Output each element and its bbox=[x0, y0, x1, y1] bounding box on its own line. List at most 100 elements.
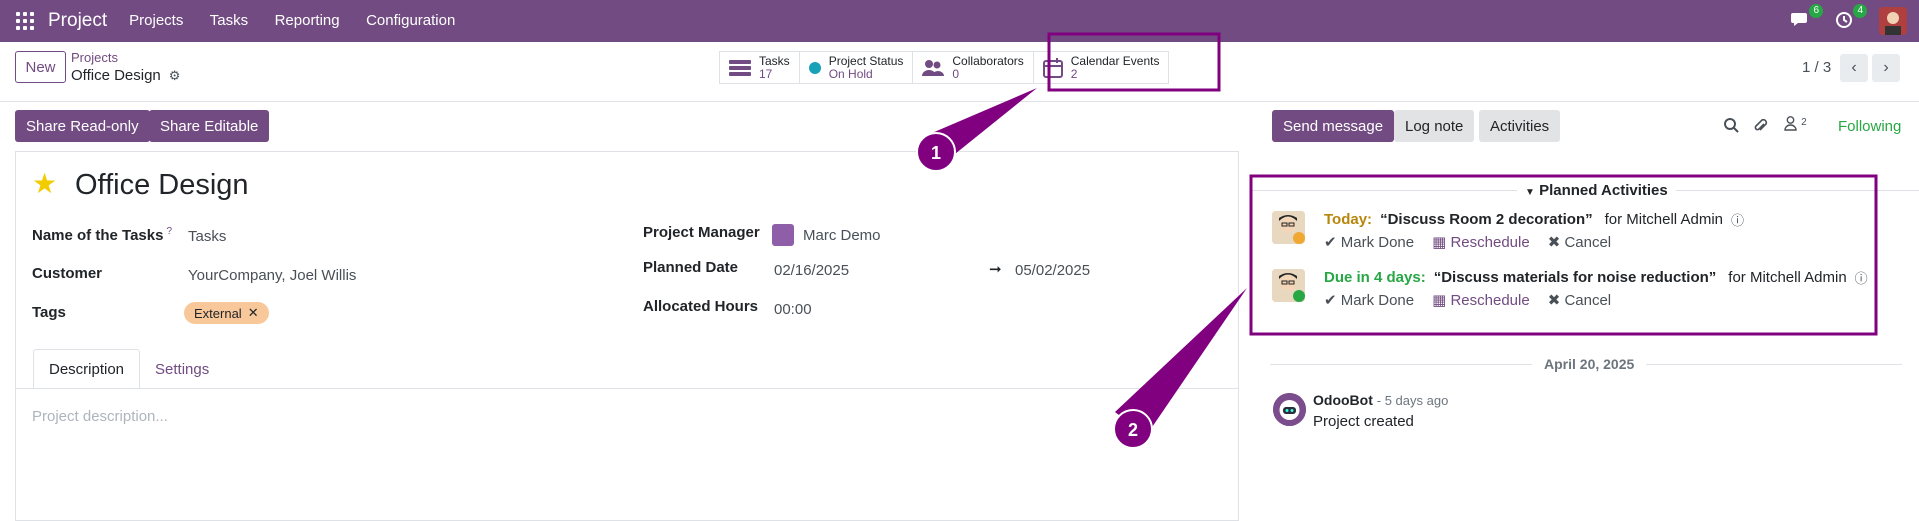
pager-value[interactable]: 1 / 3 bbox=[1802, 59, 1831, 76]
cancel-button[interactable]: ✖ Cancel bbox=[1548, 233, 1611, 251]
systray: 6 4 bbox=[1791, 0, 1919, 42]
arrow-right-icon: ➞ bbox=[989, 261, 1002, 278]
smart-collaborators-value: 0 bbox=[952, 66, 960, 81]
cancel-button[interactable]: ✖ Cancel bbox=[1548, 291, 1611, 309]
project-manager-field[interactable]: Marc Demo bbox=[803, 227, 881, 244]
planned-activities-toggle[interactable]: ▼ Planned Activities bbox=[1517, 182, 1676, 199]
smart-calendar-label: Calendar Events bbox=[1070, 53, 1160, 68]
odoobot-avatar bbox=[1273, 393, 1306, 426]
tag-external-label: External bbox=[194, 305, 242, 321]
activity-assignee: for Mitchell Admin bbox=[1728, 269, 1847, 286]
message-body: Project created bbox=[1313, 413, 1414, 430]
control-panel: New Projects Office Design ⚙ Tasks 17 Pro… bbox=[0, 42, 1919, 102]
followers-button[interactable]: 2 bbox=[1784, 116, 1807, 135]
customer-field[interactable]: YourCompany, Joel Willis bbox=[188, 267, 356, 284]
user-avatar[interactable] bbox=[1879, 7, 1907, 35]
tags-label: Tags bbox=[32, 304, 66, 321]
activities-button[interactable]: Activities bbox=[1479, 110, 1561, 142]
tab-description[interactable]: Description bbox=[33, 349, 141, 389]
activity-assignee: for Mitchell Admin bbox=[1604, 211, 1723, 228]
app-brand[interactable]: Project bbox=[48, 10, 107, 32]
activities-badge: 4 bbox=[1853, 4, 1867, 18]
smart-button-collaborators[interactable]: Collaborators 0 bbox=[913, 52, 1034, 83]
info-icon[interactable]: ⓘ bbox=[1855, 268, 1868, 287]
apps-menu-icon[interactable] bbox=[16, 12, 34, 30]
planned-date-end[interactable]: 05/02/2025 bbox=[1015, 262, 1090, 279]
smart-button-project-status[interactable]: Project Status On Hold bbox=[800, 52, 914, 83]
allocated-hours-field[interactable]: 00:00 bbox=[774, 301, 812, 318]
tabs-divider bbox=[16, 388, 1238, 389]
menu-reporting[interactable]: Reporting bbox=[275, 12, 340, 29]
status-dot-icon bbox=[808, 61, 821, 74]
followers-count: 2 bbox=[1801, 117, 1807, 128]
calendar-icon bbox=[1042, 57, 1063, 78]
close-icon: ✖ bbox=[1547, 234, 1561, 251]
project-title[interactable]: Office Design bbox=[75, 169, 249, 202]
menu-configuration[interactable]: Configuration bbox=[366, 12, 455, 29]
mark-done-button[interactable]: ✔ Mark Done bbox=[1324, 291, 1414, 309]
activity-avatar bbox=[1272, 269, 1305, 302]
paperclip-icon[interactable] bbox=[1753, 118, 1768, 138]
message-author[interactable]: OdooBot bbox=[1313, 392, 1373, 408]
gear-icon[interactable]: ⚙ bbox=[169, 68, 181, 84]
new-button[interactable]: New bbox=[15, 51, 66, 83]
messages-icon[interactable]: 6 bbox=[1791, 4, 1823, 31]
name-of-tasks-field[interactable]: Tasks bbox=[188, 228, 226, 245]
menu-projects[interactable]: Projects bbox=[129, 12, 183, 29]
date-separator: April 20, 2025 bbox=[1532, 356, 1647, 372]
favorite-star-icon[interactable]: ★ bbox=[32, 170, 57, 198]
smart-button-calendar-events[interactable]: Calendar Events 2 bbox=[1034, 52, 1169, 83]
following-button[interactable]: Following bbox=[1838, 118, 1901, 135]
notebook-tabs: Description Settings bbox=[33, 349, 224, 389]
users-icon bbox=[922, 59, 945, 76]
smart-buttons: Tasks 17 Project Status On Hold Collaborat… bbox=[719, 51, 1170, 84]
tag-remove-icon[interactable]: ✕ bbox=[248, 305, 259, 321]
description-editor[interactable]: Project description... bbox=[32, 408, 168, 425]
planned-date-label: Planned Date bbox=[643, 259, 739, 276]
project-manager-avatar bbox=[772, 224, 794, 246]
smart-status-value: On Hold bbox=[828, 66, 873, 81]
check-icon: ✔ bbox=[1324, 234, 1337, 251]
message-time: - 5 days ago bbox=[1376, 393, 1449, 408]
tag-external[interactable]: External ✕ bbox=[184, 302, 269, 324]
name-of-tasks-label-text: Name of the Tasks bbox=[32, 227, 164, 244]
mark-done-button[interactable]: ✔ Mark Done bbox=[1324, 233, 1414, 251]
tab-settings[interactable]: Settings bbox=[140, 349, 224, 389]
planned-date-start[interactable]: 02/16/2025 bbox=[774, 262, 849, 279]
search-icon[interactable] bbox=[1724, 118, 1739, 137]
help-tooltip-icon[interactable]: ? bbox=[166, 226, 172, 237]
cancel-label: Cancel bbox=[1564, 292, 1612, 309]
smart-button-tasks[interactable]: Tasks 17 bbox=[720, 52, 800, 83]
message-header: OdooBot - 5 days ago bbox=[1313, 392, 1448, 408]
activity-header: Today: “Discuss Room 2 decoration” for M… bbox=[1324, 210, 1744, 229]
smart-status-label: Project Status bbox=[828, 53, 904, 68]
pager-previous-button[interactable]: ‹ bbox=[1840, 54, 1868, 82]
reschedule-button[interactable]: ▦ Reschedule bbox=[1432, 291, 1530, 309]
messages-badge: 6 bbox=[1809, 4, 1823, 18]
info-icon[interactable]: ⓘ bbox=[1731, 210, 1744, 229]
breadcrumb-projects[interactable]: Projects bbox=[71, 50, 118, 65]
activity-due-label: Today: bbox=[1324, 211, 1373, 228]
smart-collaborators-label: Collaborators bbox=[952, 53, 1024, 68]
follower-user-icon bbox=[1784, 116, 1801, 135]
activity-due-label: Due in 4 days: bbox=[1324, 269, 1426, 286]
log-note-button[interactable]: Log note bbox=[1394, 110, 1475, 142]
reschedule-label: Reschedule bbox=[1450, 234, 1530, 251]
tasks-icon bbox=[729, 59, 751, 76]
pager-next-button[interactable]: › bbox=[1872, 54, 1900, 82]
activities-clock-icon[interactable]: 4 bbox=[1835, 4, 1867, 31]
send-message-button[interactable]: Send message bbox=[1272, 110, 1395, 142]
breadcrumb-current-label: Office Design bbox=[71, 67, 161, 84]
share-editable-button[interactable]: Share Editable bbox=[149, 110, 270, 142]
top-navbar: Project Projects Tasks Reporting Configu… bbox=[0, 0, 1919, 42]
activity-actions: ✔ Mark Done ▦ Reschedule ✖ Cancel bbox=[1324, 233, 1611, 251]
reschedule-button[interactable]: ▦ Reschedule bbox=[1432, 233, 1530, 251]
calendar-icon: ▦ bbox=[1432, 234, 1447, 251]
share-readonly-button[interactable]: Share Read-only bbox=[15, 110, 150, 142]
highlight-box-activities bbox=[1249, 174, 1878, 336]
activity-actions: ✔ Mark Done ▦ Reschedule ✖ Cancel bbox=[1324, 291, 1611, 309]
smart-tasks-value: 17 bbox=[759, 66, 773, 81]
menu-tasks[interactable]: Tasks bbox=[210, 12, 248, 29]
name-of-tasks-label: Name of the Tasks? bbox=[32, 226, 172, 244]
activity-avatar bbox=[1272, 211, 1305, 244]
